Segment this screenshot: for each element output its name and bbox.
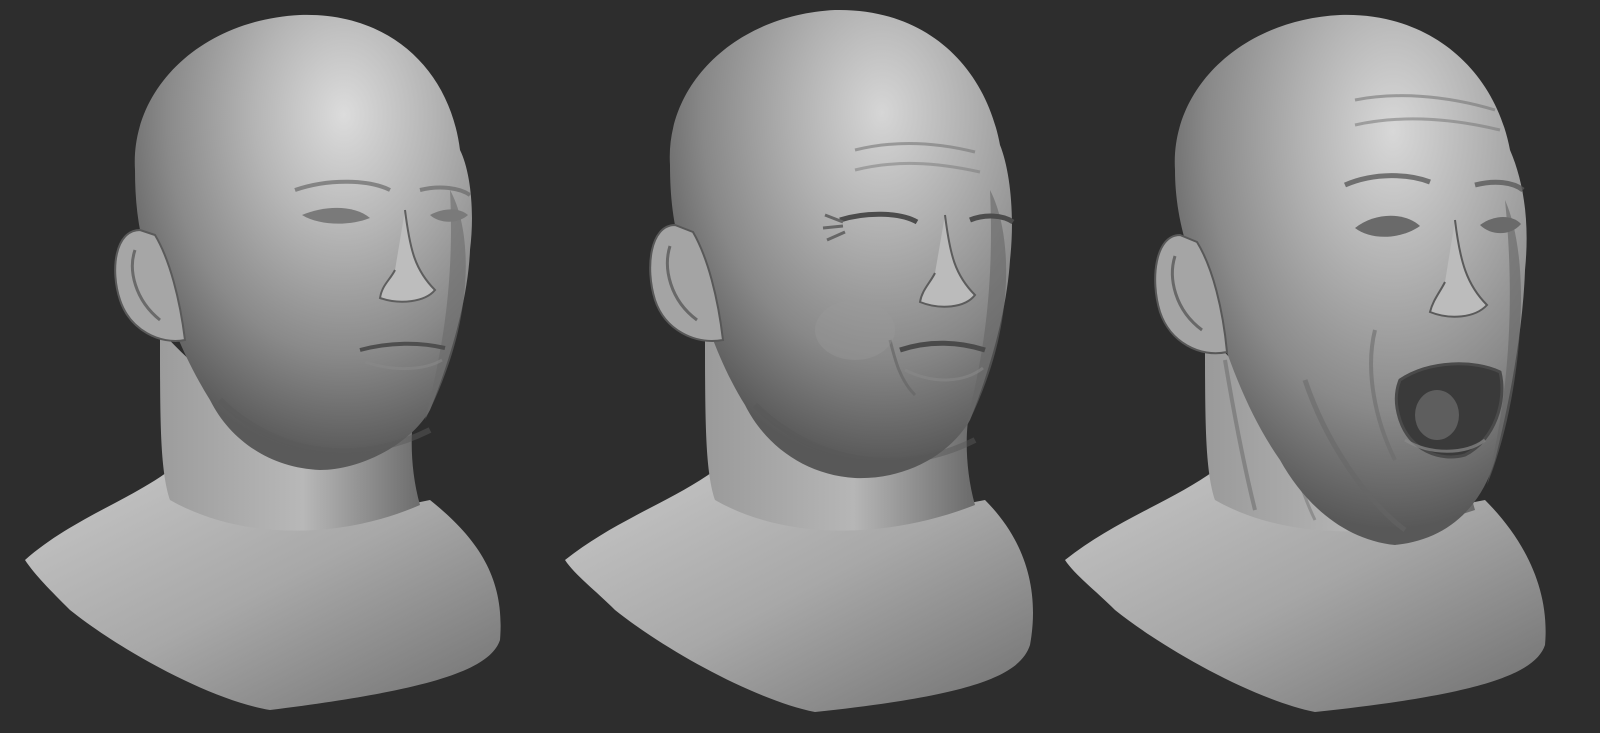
head-sculpt-squint bbox=[555, 0, 1095, 733]
head-sculpt-yell-render bbox=[1065, 14, 1546, 712]
head-sculpt-squint-render bbox=[565, 9, 1033, 712]
head-sculpt-yell bbox=[1055, 0, 1595, 733]
sculpt-viewport[interactable] bbox=[0, 0, 1600, 733]
head-sculpt-neutral-render bbox=[25, 14, 501, 710]
head-sculpt-neutral bbox=[10, 0, 550, 733]
